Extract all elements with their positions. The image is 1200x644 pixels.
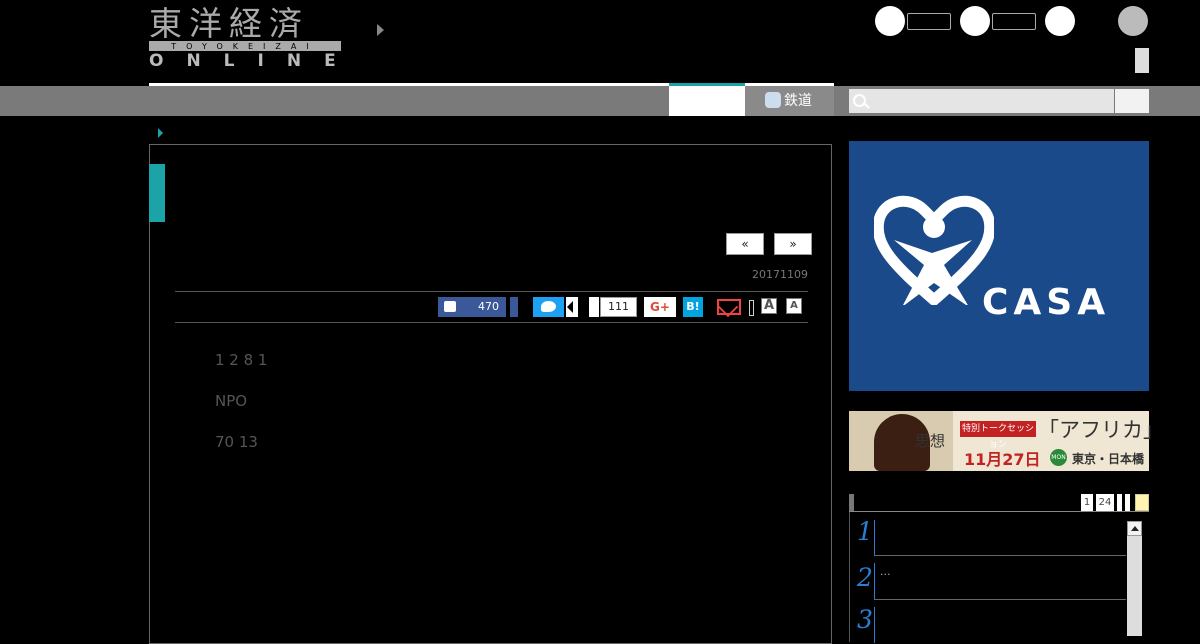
logo-online: ONLINE xyxy=(149,51,359,71)
facebook-like-count-value: 470 xyxy=(478,300,499,313)
africa-ad-place: 東京・日本橋 xyxy=(1072,452,1145,466)
font-small-button[interactable]: A xyxy=(786,298,802,314)
messenger-icon[interactable] xyxy=(1045,6,1075,36)
article-paragraph: NPO xyxy=(215,392,248,410)
africa-ad-date: 11月27日 xyxy=(964,450,1041,469)
ranking-tab-1h[interactable]: 1 xyxy=(1081,494,1093,511)
ranking-divider xyxy=(874,520,875,556)
ranking-list xyxy=(849,512,1150,642)
casa-logo-icon xyxy=(874,195,994,305)
google-plus-button[interactable]: G+ xyxy=(644,297,676,317)
print-button[interactable] xyxy=(749,300,754,316)
mail-icon[interactable] xyxy=(717,299,741,315)
breadcrumb-arrow-icon xyxy=(158,128,163,138)
ranking-tab-month[interactable] xyxy=(1125,494,1130,511)
nav-tab-railway[interactable]: 鉄道 xyxy=(745,86,834,116)
next-page-button[interactable]: » xyxy=(774,233,812,255)
article-paragraph: 1 2 8 1 xyxy=(215,351,268,369)
share-bar-bottom-rule xyxy=(175,322,808,323)
ranking-divider xyxy=(874,607,875,643)
ranking-item-title[interactable]: ... xyxy=(880,565,891,578)
twitter-follow-count xyxy=(907,13,951,30)
twitter-icon[interactable] xyxy=(875,6,905,36)
africa-ad-title: 「アフリカ」 xyxy=(1038,418,1164,442)
article-paragraph: 70 13 xyxy=(215,433,258,451)
site-logo[interactable]: 東洋経済 TOYOKEIZAI ONLINE xyxy=(149,6,342,70)
africa-ad-photo-label: 思想 xyxy=(915,432,946,450)
article-category-tab xyxy=(149,164,165,222)
search-icon xyxy=(853,94,866,107)
casa-ad-text: CASA xyxy=(982,282,1111,323)
ranking-tab-24h[interactable]: 24 xyxy=(1096,494,1114,511)
rss-icon[interactable] xyxy=(1118,6,1148,36)
ranking-number: 1 xyxy=(857,517,873,546)
africa-ad-day: MON xyxy=(1050,449,1067,466)
scroll-up-icon[interactable] xyxy=(1127,521,1142,536)
nav-tab-active[interactable] xyxy=(669,86,745,116)
user-menu-button[interactable] xyxy=(1135,48,1149,73)
ranking-row-rule xyxy=(874,555,1126,556)
logo-band: TOYOKEIZAI xyxy=(149,41,341,51)
logo-kanji: 東洋経済 xyxy=(149,4,309,43)
train-icon xyxy=(765,92,781,108)
font-large-button[interactable]: A xyxy=(761,298,777,314)
africa-ad-band: 特別トークセッション xyxy=(960,421,1036,450)
ranking-tab-week[interactable] xyxy=(1117,494,1122,511)
hatena-bookmark-button[interactable]: B! xyxy=(683,297,703,317)
search-button[interactable] xyxy=(1115,89,1149,113)
facebook-share-button[interactable] xyxy=(510,297,518,317)
ranking-divider xyxy=(874,563,875,599)
facebook-like-button[interactable]: 470 xyxy=(438,297,506,317)
ranking-header-mark xyxy=(849,494,854,511)
search-input[interactable] xyxy=(849,89,1114,113)
share-bar-top-rule xyxy=(175,291,808,292)
chevron-right-icon[interactable] xyxy=(377,24,384,36)
pocket-button[interactable] xyxy=(589,297,599,317)
ranking-number: 2 xyxy=(857,563,873,592)
facebook-icon[interactable] xyxy=(960,6,990,36)
prev-page-button[interactable]: « xyxy=(726,233,764,255)
article-date: 20171109 xyxy=(752,268,808,281)
thumbs-up-icon xyxy=(444,301,456,312)
ranking-row-rule xyxy=(874,599,1126,600)
ranking-scrollbar[interactable] xyxy=(1127,521,1142,636)
share-count: 111 xyxy=(600,297,637,317)
ranking-tab-highlight[interactable] xyxy=(1135,494,1149,511)
tweet-count-bubble xyxy=(566,297,578,317)
facebook-like-count xyxy=(992,13,1036,30)
twitter-bird-icon xyxy=(541,301,556,312)
nav-tab-railway-label: 鉄道 xyxy=(784,93,812,109)
article-body: 1 2 8 1 NPO 70 13 xyxy=(207,348,773,471)
